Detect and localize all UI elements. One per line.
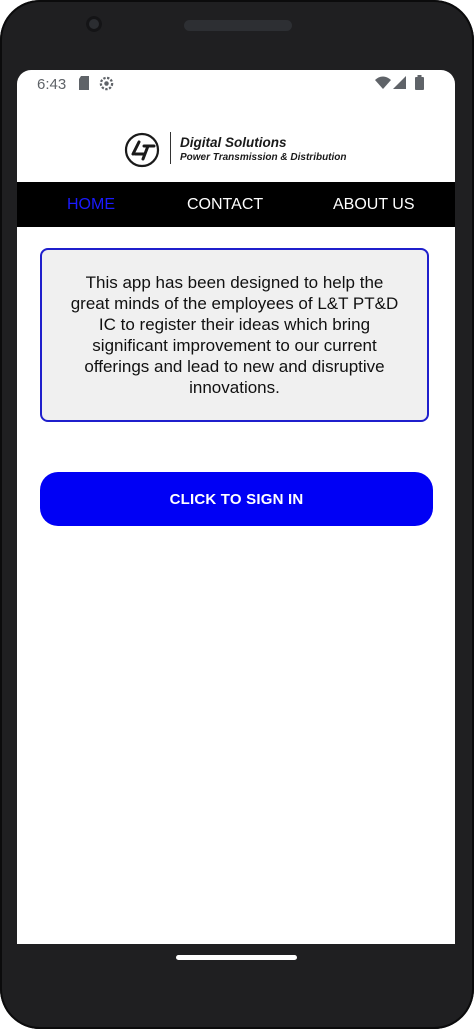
top-nav-bar: HOME CONTACT ABOUT US [17,182,455,227]
phone-frame: 6:43 Digital Solutions Power Transmissio… [0,0,474,1029]
front-camera [86,16,102,32]
battery-icon [415,75,424,94]
gesture-home-bar[interactable] [176,955,297,960]
app-description-card: This app has been designed to help the g… [40,248,429,422]
nav-about-us-tab[interactable]: ABOUT US [333,196,415,214]
sd-card-icon [79,76,89,94]
status-bar: 6:43 [17,70,455,98]
app-description-text: This app has been designed to help the g… [70,273,399,397]
status-time: 6:43 [37,76,67,93]
nav-contact-tab[interactable]: CONTACT [187,196,263,214]
app-header: Digital Solutions Power Transmission & D… [17,98,455,182]
logo-divider [170,132,171,164]
earpiece-speaker [184,20,292,31]
signal-icon [393,76,406,93]
logo-subtitle: Power Transmission & Distribution [180,152,347,163]
sign-in-button[interactable]: CLICK TO SIGN IN [40,472,433,526]
app-screen: 6:43 Digital Solutions Power Transmissio… [17,70,455,944]
wifi-icon [375,76,391,93]
logo-title: Digital Solutions [180,135,287,150]
settings-gear-icon [99,76,114,95]
lt-logo-icon [124,132,160,173]
nav-home-tab[interactable]: HOME [67,196,115,214]
